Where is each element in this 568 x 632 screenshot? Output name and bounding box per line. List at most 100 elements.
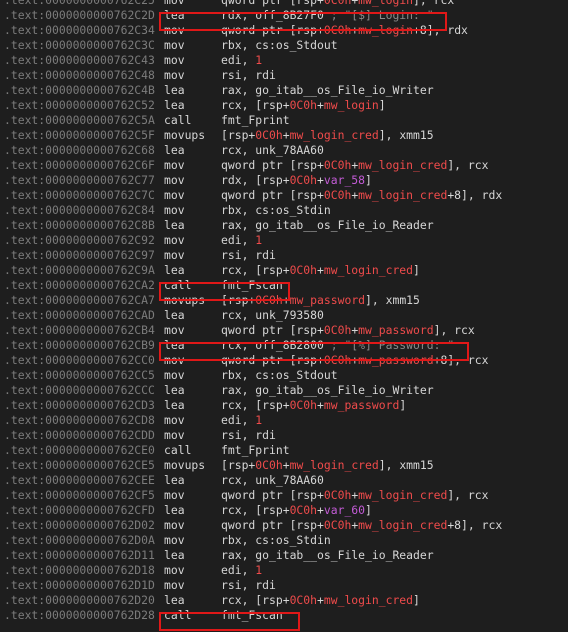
operand-token[interactable]: 1	[255, 233, 262, 247]
operand-token[interactable]: 0C0h	[324, 488, 351, 502]
instruction-operands[interactable]: [rsp+0C0h+mw_login_cred], xmm15	[221, 458, 434, 473]
line-address[interactable]: .text:0000000000762CB9	[4, 338, 155, 353]
instruction-mnemonic[interactable]: lea	[164, 83, 185, 98]
operand-token[interactable]: ]	[413, 593, 420, 607]
operand-token[interactable]: mw_login_cred	[290, 458, 379, 472]
operand-token[interactable]: rax, go_itab__os_File_io_Writer	[221, 83, 434, 97]
operand-token[interactable]: rcx, [rsp+	[221, 263, 290, 277]
operand-token[interactable]: +	[317, 398, 324, 412]
instruction-mnemonic[interactable]: call	[164, 608, 191, 623]
instruction-mnemonic[interactable]: lea	[164, 548, 185, 563]
instruction-operands[interactable]: fmt_Fprint	[221, 443, 290, 458]
instruction-mnemonic[interactable]: lea	[164, 338, 185, 353]
operand-token[interactable]: rax, go_itab__os_File_io_Reader	[221, 218, 434, 232]
instruction-mnemonic[interactable]: mov	[164, 203, 185, 218]
operand-token[interactable]: mw_password	[358, 353, 433, 367]
line-address[interactable]: .text:0000000000762C92	[4, 233, 155, 248]
operand-token[interactable]: fmt_Fscan	[221, 278, 283, 292]
operand-token[interactable]: mw_login_cred	[324, 593, 413, 607]
operand-token[interactable]: mw_password	[290, 293, 365, 307]
operand-token[interactable]: mw_login_cred	[358, 488, 447, 502]
operand-token[interactable]: 0C0h	[324, 518, 351, 532]
operand-token[interactable]: 0C0h	[324, 23, 351, 37]
operand-token[interactable]: ], xmm15	[379, 128, 434, 142]
instruction-mnemonic[interactable]: lea	[164, 263, 185, 278]
operand-token[interactable]: +8], rcx	[434, 353, 489, 367]
code-line[interactable]: .text:0000000000762CC5 mov rbx, cs:os_Stdo…	[0, 368, 568, 383]
code-line[interactable]: .text:0000000000762C52 lea rcx, [rsp+0C0h+…	[0, 98, 568, 113]
operand-token[interactable]: edi,	[221, 563, 255, 577]
instruction-operands[interactable]: rcx, off_8B2800 ; "[%] Password: "	[221, 338, 454, 353]
code-line[interactable]: .text:0000000000762CEE lea rcx, unk_78AA60	[0, 473, 568, 488]
instruction-mnemonic[interactable]: movups	[164, 293, 205, 308]
line-address[interactable]: .text:0000000000762CD3	[4, 398, 155, 413]
line-address[interactable]: .text:0000000000762D18	[4, 563, 155, 578]
instruction-operands[interactable]: fmt_Fprint	[221, 113, 290, 128]
operand-token[interactable]: 1	[255, 563, 262, 577]
line-address[interactable]: .text:0000000000762CA2	[4, 278, 155, 293]
operand-token[interactable]: qword ptr [rsp+	[221, 0, 324, 7]
instruction-operands[interactable]: qword ptr [rsp+0C0h+mw_login+8], rdx	[221, 23, 468, 38]
code-line[interactable]: .text:0000000000762CCC lea rax, go_itab__o…	[0, 383, 568, 398]
operand-token[interactable]: +8], rdx	[447, 188, 502, 202]
line-address[interactable]: .text:0000000000762C84	[4, 203, 155, 218]
code-line[interactable]: .text:0000000000762CD8 mov edi, 1	[0, 413, 568, 428]
operand-token[interactable]: 0C0h	[324, 188, 351, 202]
operand-token[interactable]: ]	[399, 398, 406, 412]
operand-token[interactable]: +8], rcx	[447, 518, 502, 532]
instruction-operands[interactable]: rbx, cs:os_Stdout	[221, 38, 338, 53]
line-address[interactable]: .text:0000000000762C6F	[4, 158, 155, 173]
code-line[interactable]: .text:0000000000762C3C mov rbx, cs:os_Stdo…	[0, 38, 568, 53]
instruction-mnemonic[interactable]: mov	[164, 428, 185, 443]
operand-token[interactable]: +	[317, 593, 324, 607]
operand-token[interactable]: +	[283, 293, 290, 307]
instruction-operands[interactable]: rcx, unk_78AA60	[221, 143, 324, 158]
code-line[interactable]: .text:0000000000762D1D mov rsi, rdi	[0, 578, 568, 593]
operand-token[interactable]: [rsp+	[221, 128, 255, 142]
operand-token[interactable]: rax, go_itab__os_File_io_Writer	[221, 383, 434, 397]
instruction-mnemonic[interactable]: mov	[164, 353, 185, 368]
line-address[interactable]: .text:0000000000762C9A	[4, 263, 155, 278]
operand-token[interactable]: ]	[365, 503, 372, 517]
operand-token[interactable]: fmt_Fprint	[221, 443, 290, 457]
code-line[interactable]: .text:0000000000762D28 call fmt_Fscan	[0, 608, 568, 623]
instruction-mnemonic[interactable]: mov	[164, 578, 185, 593]
operand-token[interactable]: rcx, off_8B2800	[221, 338, 331, 352]
operand-token[interactable]: rax, go_itab__os_File_io_Reader	[221, 548, 434, 562]
code-line[interactable]: .text:0000000000762CA2 call fmt_Fscan	[0, 278, 568, 293]
line-address[interactable]: .text:0000000000762CE5	[4, 458, 155, 473]
code-line[interactable]: .text:0000000000762C97 mov rsi, rdi	[0, 248, 568, 263]
line-address[interactable]: .text:0000000000762D0A	[4, 533, 155, 548]
operand-token[interactable]: 0C0h	[324, 353, 351, 367]
operand-token[interactable]: [rsp+	[221, 293, 255, 307]
line-address[interactable]: .text:0000000000762CE0	[4, 443, 155, 458]
operand-token[interactable]: qword ptr [rsp+	[221, 518, 324, 532]
operand-token[interactable]: ], rcx	[434, 323, 475, 337]
instruction-mnemonic[interactable]: mov	[164, 173, 185, 188]
instruction-mnemonic[interactable]: mov	[164, 38, 185, 53]
operand-token[interactable]: rsi, rdi	[221, 578, 276, 592]
operand-token[interactable]: +	[317, 173, 324, 187]
operand-token[interactable]: 0C0h	[255, 128, 282, 142]
instruction-operands[interactable]: qword ptr [rsp+0C0h+mw_password], rcx	[221, 323, 475, 338]
operand-token[interactable]: 0C0h	[290, 263, 317, 277]
operand-token[interactable]: rcx, unk_78AA60	[221, 143, 324, 157]
code-line[interactable]: .text:0000000000762CDD mov rsi, rdi	[0, 428, 568, 443]
code-line[interactable]: .text:0000000000762C5A call fmt_Fprint	[0, 113, 568, 128]
instruction-operands[interactable]: edi, 1	[221, 563, 262, 578]
code-line[interactable]: .text:0000000000762D18 mov edi, 1	[0, 563, 568, 578]
code-line[interactable]: .text:0000000000762C6F mov qword ptr [rsp+…	[0, 158, 568, 173]
instruction-operands[interactable]: edi, 1	[221, 53, 262, 68]
instruction-mnemonic[interactable]: lea	[164, 503, 185, 518]
instruction-mnemonic[interactable]: movups	[164, 128, 205, 143]
instruction-mnemonic[interactable]: mov	[164, 248, 185, 263]
operand-token[interactable]: rcx, unk_793580	[221, 308, 324, 322]
operand-token[interactable]: rcx, [rsp+	[221, 398, 290, 412]
instruction-mnemonic[interactable]: lea	[164, 383, 185, 398]
operand-token[interactable]: ], xmm15	[365, 293, 420, 307]
operand-token[interactable]: [rsp+	[221, 458, 255, 472]
operand-token[interactable]: rcx, [rsp+	[221, 503, 290, 517]
code-line[interactable]: .text:0000000000762CD3 lea rcx, [rsp+0C0h+…	[0, 398, 568, 413]
line-address[interactable]: .text:0000000000762C52	[4, 98, 155, 113]
instruction-operands[interactable]: qword ptr [rsp+0C0h+mw_login_cred], rcx	[221, 488, 488, 503]
